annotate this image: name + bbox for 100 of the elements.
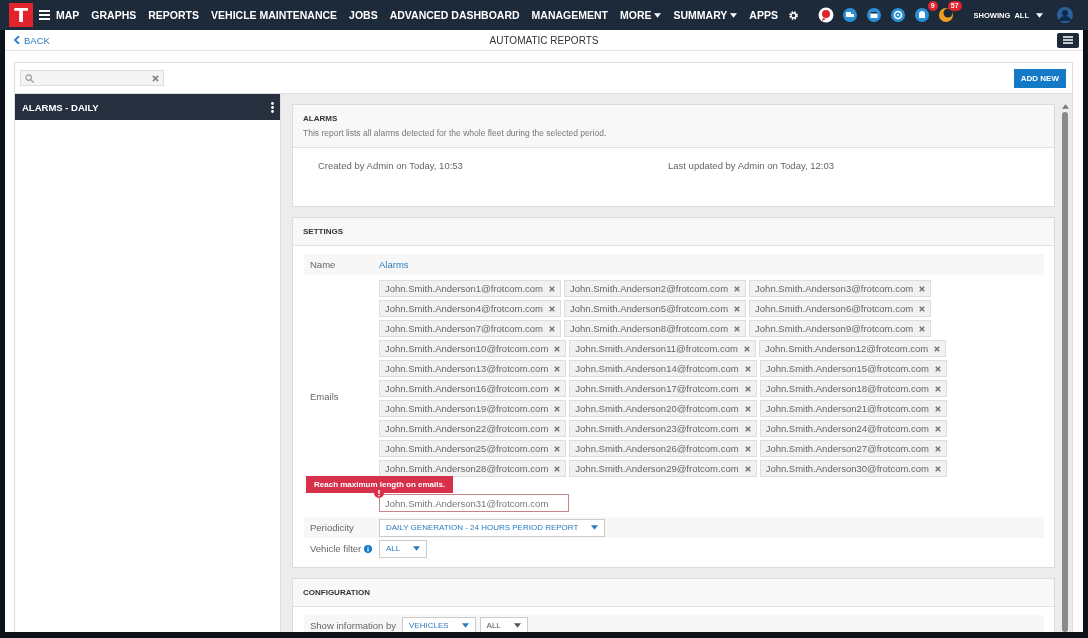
remove-icon[interactable]: [554, 465, 561, 472]
menu-button[interactable]: [1057, 32, 1079, 48]
target-icon[interactable]: [889, 7, 906, 23]
nav-link[interactable]: MORE: [614, 9, 668, 21]
email-tag[interactable]: John.Smith.Anderson19@frotcom.com: [379, 400, 567, 417]
bell-icon[interactable]: [913, 7, 930, 23]
remove-icon[interactable]: [734, 285, 741, 292]
remove-icon[interactable]: [934, 385, 941, 392]
email-tag[interactable]: John.Smith.Anderson15@frotcom.com: [759, 360, 947, 377]
email-tag[interactable]: John.Smith.Anderson5@frotcom.com: [564, 300, 747, 317]
vehicle-filter-dropdown[interactable]: ALL: [379, 539, 428, 558]
email-tag[interactable]: John.Smith.Anderson7@frotcom.com: [379, 320, 562, 337]
email-tag[interactable]: John.Smith.Anderson17@frotcom.com: [569, 380, 757, 397]
name-link[interactable]: Alarms: [379, 259, 409, 270]
remove-icon[interactable]: [734, 305, 741, 312]
avatar-icon[interactable]: [1057, 7, 1073, 23]
remove-icon[interactable]: [549, 305, 556, 312]
remove-icon[interactable]: [934, 345, 941, 352]
remove-icon[interactable]: [554, 425, 561, 432]
nav-link[interactable]: ADVANCED DASHBOARD: [383, 9, 526, 21]
email-tag[interactable]: John.Smith.Anderson25@frotcom.com: [379, 440, 567, 457]
email-input[interactable]: John.Smith.Anderson31@frotcom.com: [379, 494, 569, 512]
email-tag[interactable]: John.Smith.Anderson6@frotcom.com: [749, 300, 932, 317]
remove-icon[interactable]: [554, 445, 561, 452]
email-tag[interactable]: John.Smith.Anderson23@frotcom.com: [569, 420, 757, 437]
remove-icon[interactable]: [934, 365, 941, 372]
email-tag[interactable]: John.Smith.Anderson14@frotcom.com: [569, 360, 757, 377]
email-tag[interactable]: John.Smith.Anderson24@frotcom.com: [759, 420, 947, 437]
nav-link[interactable]: MANAGEMENT: [525, 9, 614, 21]
remove-icon[interactable]: [934, 465, 941, 472]
add-new-button[interactable]: ADD NEW: [1013, 68, 1066, 88]
email-tag[interactable]: John.Smith.Anderson28@frotcom.com: [379, 460, 567, 477]
email-tag[interactable]: John.Smith.Anderson2@frotcom.com: [564, 280, 747, 297]
remove-icon[interactable]: [743, 345, 750, 352]
remove-icon[interactable]: [934, 425, 941, 432]
email-tag[interactable]: John.Smith.Anderson18@frotcom.com: [759, 380, 947, 397]
email-tag[interactable]: John.Smith.Anderson12@frotcom.com: [758, 340, 947, 357]
more-vertical-icon[interactable]: [271, 101, 274, 113]
report-name: ALARMS - DAILY: [22, 101, 99, 113]
email-tag[interactable]: John.Smith.Anderson26@frotcom.com: [569, 440, 757, 457]
report-item[interactable]: ALARMS - DAILY: [15, 94, 280, 120]
nav-link[interactable]: JOBS: [343, 9, 384, 21]
scrollbar[interactable]: [1061, 104, 1069, 632]
remove-icon[interactable]: [734, 325, 741, 332]
nav-link[interactable]: REPORTS: [142, 9, 206, 21]
nav-link[interactable]: GRAPHS: [85, 9, 143, 21]
remove-icon[interactable]: [554, 405, 561, 412]
chat-icon[interactable]: [817, 7, 834, 23]
email-tag[interactable]: John.Smith.Anderson27@frotcom.com: [759, 440, 947, 457]
arrow-up-icon: [1061, 104, 1069, 109]
field-label: Name: [309, 259, 337, 270]
settings-icon[interactable]: [787, 9, 799, 21]
email-tag[interactable]: John.Smith.Anderson9@frotcom.com: [749, 320, 932, 337]
nav-link[interactable]: APPS: [743, 9, 784, 21]
email-tag[interactable]: John.Smith.Anderson8@frotcom.com: [564, 320, 747, 337]
remove-icon[interactable]: [919, 305, 926, 312]
email-tag[interactable]: John.Smith.Anderson10@frotcom.com: [379, 340, 567, 357]
email-tag[interactable]: John.Smith.Anderson22@frotcom.com: [379, 420, 567, 437]
remove-icon[interactable]: [744, 465, 751, 472]
remove-icon[interactable]: [744, 405, 751, 412]
information-dropdown[interactable]: VEHICLES: [402, 616, 476, 632]
search-field[interactable]: [20, 70, 164, 86]
email-tag[interactable]: John.Smith.Anderson21@frotcom.com: [759, 400, 947, 417]
remove-icon[interactable]: [934, 405, 941, 412]
email-tag[interactable]: John.Smith.Anderson16@frotcom.com: [379, 380, 567, 397]
logo[interactable]: T: [9, 3, 33, 27]
email-tag[interactable]: John.Smith.Anderson1@frotcom.com: [379, 280, 562, 297]
remove-icon[interactable]: [554, 365, 561, 372]
remove-icon[interactable]: [554, 345, 561, 352]
email-tag[interactable]: John.Smith.Anderson30@frotcom.com: [759, 460, 947, 477]
remove-icon[interactable]: [549, 285, 556, 292]
remove-icon[interactable]: [919, 325, 926, 332]
email-tag[interactable]: John.Smith.Anderson20@frotcom.com: [569, 400, 757, 417]
email-tag[interactable]: John.Smith.Anderson3@frotcom.com: [749, 280, 932, 297]
remove-icon[interactable]: [744, 365, 751, 372]
back-link[interactable]: BACK: [14, 34, 50, 46]
email-tag[interactable]: John.Smith.Anderson11@frotcom.com: [569, 340, 756, 357]
nav-link[interactable]: VEHICLE MAINTENANCE: [205, 9, 344, 21]
remove-icon[interactable]: [919, 285, 926, 292]
clear-icon[interactable]: [152, 74, 159, 82]
periodicity-dropdown[interactable]: DAILY GENERATION - 24 HOURS PERIOD REPORT: [379, 518, 606, 537]
chevron-left-icon: [14, 36, 20, 44]
field-label: Vehicle filter: [310, 543, 362, 554]
remove-icon[interactable]: [744, 425, 751, 432]
remove-icon[interactable]: [744, 385, 751, 392]
remove-icon[interactable]: [549, 325, 556, 332]
remove-icon[interactable]: [744, 445, 751, 452]
error-icon: [374, 488, 384, 498]
nav-link[interactable]: MAP: [50, 9, 86, 21]
email-tag[interactable]: John.Smith.Anderson4@frotcom.com: [379, 300, 562, 317]
nav-link[interactable]: SUMMARY: [667, 9, 744, 21]
information-dropdown[interactable]: ALL: [479, 616, 528, 632]
moon-icon[interactable]: [937, 7, 954, 23]
menu-icon[interactable]: [39, 10, 50, 20]
calendar-icon[interactable]: [865, 7, 882, 23]
email-tag[interactable]: John.Smith.Anderson13@frotcom.com: [379, 360, 567, 377]
email-tag[interactable]: John.Smith.Anderson29@frotcom.com: [569, 460, 757, 477]
remove-icon[interactable]: [554, 385, 561, 392]
remove-icon[interactable]: [934, 445, 941, 452]
error-tooltip: Reach maximum length on emails.: [306, 476, 454, 493]
